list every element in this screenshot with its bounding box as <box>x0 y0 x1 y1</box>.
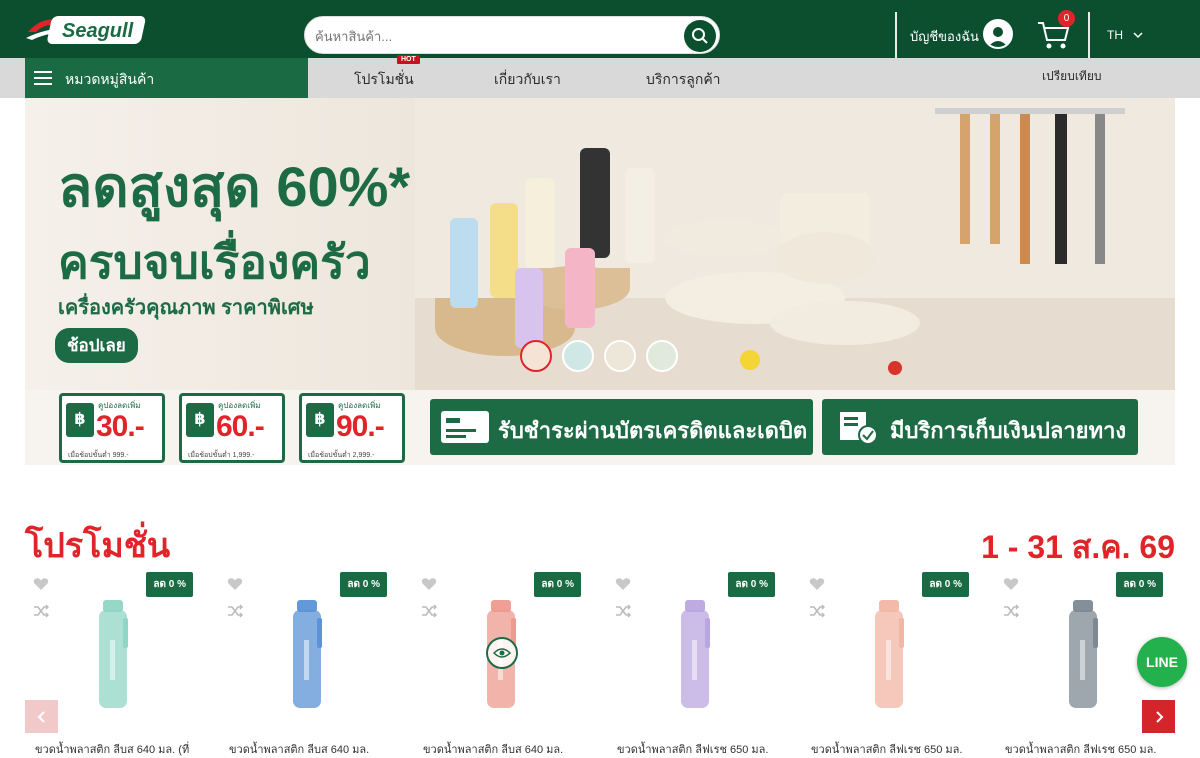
chevron-left-icon <box>37 710 45 723</box>
svg-text:Seagull: Seagull <box>62 20 134 42</box>
quick-view-button[interactable] <box>486 637 518 669</box>
avatar-icon[interactable] <box>983 19 1013 49</box>
compare-icon[interactable] <box>809 604 825 618</box>
compare-icon[interactable] <box>421 604 437 618</box>
language-selector[interactable]: TH <box>1107 28 1123 42</box>
heart-icon[interactable] <box>615 577 631 591</box>
product-image[interactable] <box>675 600 715 710</box>
heart-icon[interactable] <box>33 577 49 591</box>
promotion-date-range: 1 - 31 ส.ค. 69 <box>981 529 1175 565</box>
discount-badge: ลด 0 % <box>146 572 193 597</box>
discount-badge: ลด 0 % <box>728 572 775 597</box>
product-name[interactable]: ขวดน้ำพลาสติก ลีบส 640 มล. <box>229 740 394 758</box>
product-name[interactable]: ขวดน้ำพลาสติก ลีบส 640 มล. (ที่ <box>35 740 200 758</box>
header-divider <box>1088 12 1090 58</box>
category-menu-button[interactable]: หมวดหมู่สินค้า <box>25 58 308 98</box>
baht-icon: ฿ <box>306 403 334 437</box>
compare-icon[interactable] <box>227 604 243 618</box>
hot-badge: HOT <box>397 55 420 64</box>
banner-thumb[interactable] <box>646 340 678 372</box>
coupon-amount: 60.- <box>216 410 265 443</box>
menu-icon <box>34 71 52 85</box>
carousel-prev-button[interactable] <box>25 700 58 733</box>
product-image[interactable] <box>1063 600 1103 710</box>
compare-icon[interactable] <box>33 604 49 618</box>
search-button[interactable] <box>684 20 716 52</box>
cash-on-delivery-icon <box>840 412 878 445</box>
banner-headline-2: ครบจบเรื่องครัว <box>58 236 371 288</box>
banner-headline: ลดสูงสุด 60%* <box>58 155 411 218</box>
compare-link[interactable]: เปรียบเทียบ <box>1042 67 1101 86</box>
baht-icon: ฿ <box>66 403 94 437</box>
banner-thumb[interactable] <box>604 340 636 372</box>
discount-badge: ลด 0 % <box>1116 572 1163 597</box>
heart-icon[interactable] <box>421 577 437 591</box>
coupon-minimum: เมื่อช้อปขั้นต่ำ 999.- <box>68 452 129 459</box>
product-name[interactable]: ขวดน้ำพลาสติก ลีฟเรช 650 มล. <box>617 740 782 758</box>
banner-thumb[interactable] <box>520 340 552 372</box>
nav-link-customer-service[interactable]: บริการลูกค้า <box>646 69 721 91</box>
product-name[interactable]: ขวดน้ำพลาสติก ลีฟเรช 650 มล. <box>1005 740 1170 758</box>
card-payment-label: รับชำระผ่านบัตรเครดิตและเดบิต <box>498 418 808 443</box>
account-label[interactable]: บัญชีของฉัน <box>910 26 979 47</box>
cod-label: มีบริการเก็บเงินปลายทาง <box>890 418 1127 443</box>
heart-icon[interactable] <box>1003 577 1019 591</box>
credit-card-icon <box>441 411 489 443</box>
promo-strip: ฿ คูปองลดเพิ่ม 30.- เมื่อช้อปขั้นต่ำ 999… <box>25 390 1175 465</box>
category-label: หมวดหมู่สินค้า <box>65 71 155 87</box>
section-title: โปรโมชั่น <box>25 527 171 565</box>
seagull-logo[interactable]: Seagull <box>24 8 154 50</box>
nav-link-about[interactable]: เกี่ยวกับเรา <box>494 69 561 91</box>
compare-icon[interactable] <box>1003 604 1019 618</box>
coupon-amount: 90.- <box>336 410 385 443</box>
line-chat-button[interactable]: LINE <box>1137 637 1187 687</box>
banner-subtitle: เครื่องครัวคุณภาพ ราคาพิเศษ <box>58 297 314 319</box>
product-name[interactable]: ขวดน้ำพลาสติก ลีฟเรช 650 มล. <box>811 740 976 758</box>
coupon-amount: 30.- <box>96 410 145 443</box>
product-card[interactable]: ลด 0 % ขวดน้ำพลาสติก ลีฟเรช 650 มล. <box>607 572 779 756</box>
eye-icon <box>493 648 511 658</box>
hero-banner[interactable]: ลดสูงสุด 60%* ครบจบเรื่องครัว เครื่องครั… <box>25 98 1175 390</box>
discount-badge: ลด 0 % <box>534 572 581 597</box>
nav-link-promotion[interactable]: โปรโมชั่น <box>354 69 414 91</box>
search-input[interactable] <box>315 25 675 47</box>
search-bar[interactable] <box>304 16 720 54</box>
product-image[interactable] <box>93 600 133 710</box>
coupon-card[interactable]: ฿ คูปองลดเพิ่ม 30.- เมื่อช้อปขั้นต่ำ 999… <box>59 393 165 463</box>
header-divider <box>895 12 897 58</box>
discount-badge: ลด 0 % <box>340 572 387 597</box>
shop-now-button[interactable]: ช้อปเลย <box>55 328 138 363</box>
product-card[interactable]: ลด 0 % ขวดน้ำพลาสติก ลีฟเรช 650 มล. <box>801 572 973 756</box>
product-image[interactable] <box>287 600 327 710</box>
search-icon <box>692 28 708 44</box>
coupon-minimum: เมื่อช้อปขั้นต่ำ 1,999.- <box>188 452 255 459</box>
coupon-card[interactable]: ฿ คูปองลดเพิ่ม 60.- เมื่อช้อปขั้นต่ำ 1,9… <box>179 393 285 463</box>
chevron-right-icon <box>1155 710 1163 723</box>
cart-count-badge: 0 <box>1058 10 1075 27</box>
coupon-card[interactable]: ฿ คูปองลดเพิ่ม 90.- เมื่อช้อปขั้นต่ำ 2,9… <box>299 393 405 463</box>
baht-icon: ฿ <box>186 403 214 437</box>
carousel-next-button[interactable] <box>1142 700 1175 733</box>
banner-thumb[interactable] <box>562 340 594 372</box>
heart-icon[interactable] <box>809 577 825 591</box>
compare-icon[interactable] <box>615 604 631 618</box>
product-image[interactable] <box>869 600 909 710</box>
coupon-minimum: เมื่อช้อปขั้นต่ำ 2,999.- <box>308 452 375 459</box>
product-name[interactable]: ขวดน้ำพลาสติก ลีบส 640 มล. <box>423 740 588 758</box>
cod-badge: มีบริการเก็บเงินปลายทาง <box>822 399 1138 455</box>
card-payment-badge: รับชำระผ่านบัตรเครดิตและเดบิต <box>430 399 813 455</box>
chevron-down-icon[interactable] <box>1133 31 1143 39</box>
discount-badge: ลด 0 % <box>922 572 969 597</box>
heart-icon[interactable] <box>227 577 243 591</box>
product-card[interactable]: ลด 0 % ขวดน้ำพลาสติก ลีบส 640 มล. <box>219 572 391 756</box>
